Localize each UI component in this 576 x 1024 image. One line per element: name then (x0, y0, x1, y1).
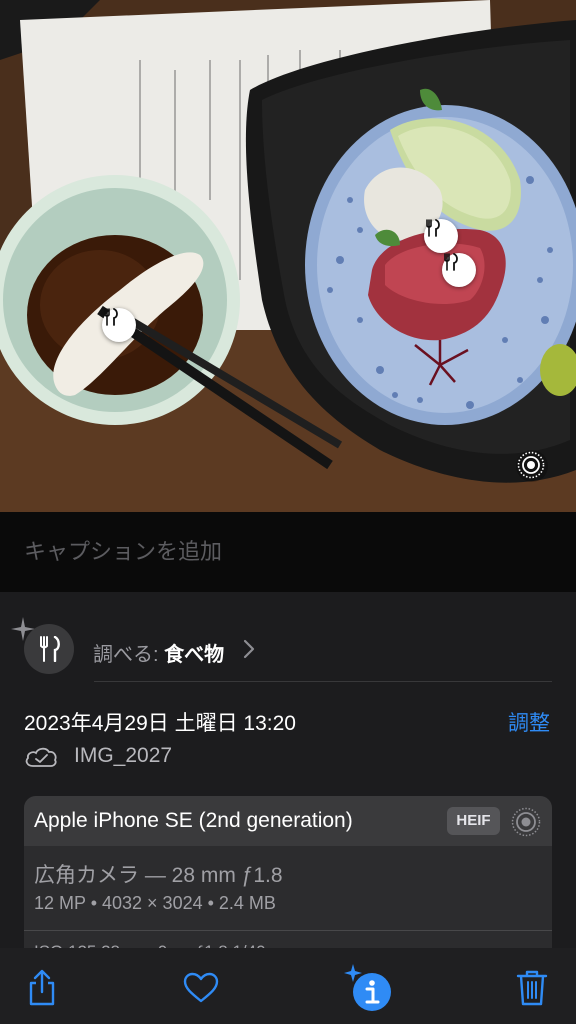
device-name: Apple iPhone SE (2nd generation) (34, 809, 353, 832)
card-divider (24, 930, 552, 931)
fork-knife-icon (444, 253, 458, 271)
camera-card-header: Apple iPhone SE (2nd generation) HEIF (24, 796, 552, 846)
photo-image (0, 0, 576, 512)
info-icon (344, 964, 391, 1011)
image-specs: 12 MP • 4032 × 3024 • 2.4 MB (34, 893, 276, 913)
camera-info-card: Apple iPhone SE (2nd generation) HEIF 広角… (24, 796, 552, 966)
lookup-prefix: 調べる: (93, 644, 165, 666)
icloud-icon (25, 747, 57, 767)
fork-knife-icon (104, 308, 118, 326)
info-panel: 調べる: 食べ物 2023年4月29日 土曜日 13:20 調整 IMG_202… (0, 592, 576, 966)
trash-icon (516, 970, 548, 1006)
lookup-label: 調べる: 食べ物 (93, 638, 224, 667)
live-photo-button[interactable] (516, 450, 548, 482)
caption-field[interactable]: キャプションを追加 (24, 536, 554, 568)
lookup-subject: 食べ物 (164, 644, 225, 666)
divider (94, 681, 552, 682)
visual-lookup-marker[interactable] (102, 308, 136, 342)
live-photo-icon (517, 451, 545, 479)
visual-lookup-row[interactable]: 調べる: 食べ物 (0, 604, 576, 674)
adjust-button[interactable]: 調整 (508, 707, 550, 737)
share-button[interactable] (22, 968, 62, 1008)
lens-info: 広角カメラ — 28 mm ƒ1.8 (34, 864, 283, 887)
fork-knife-icon (40, 636, 60, 662)
lookup-icon-circle (24, 624, 74, 674)
file-name: IMG_2027 (74, 744, 173, 767)
heart-icon (183, 972, 219, 1003)
caption-section: キャプションを追加 (0, 512, 576, 592)
visual-lookup-marker[interactable] (442, 253, 476, 287)
chevron-right-icon (243, 639, 255, 659)
live-photo-icon (511, 807, 541, 837)
favorite-button[interactable] (181, 968, 221, 1008)
date-time-label: 2023年4月29日 土曜日 13:20 (24, 712, 296, 735)
delete-button[interactable] (512, 968, 552, 1008)
format-badge: HEIF (447, 807, 500, 835)
visual-lookup-marker[interactable] (424, 219, 458, 253)
info-button[interactable] (342, 962, 396, 1016)
photo-view[interactable] (0, 0, 576, 512)
bottom-toolbar (0, 948, 576, 1024)
fork-knife-icon (426, 219, 440, 237)
share-icon (29, 969, 55, 1006)
